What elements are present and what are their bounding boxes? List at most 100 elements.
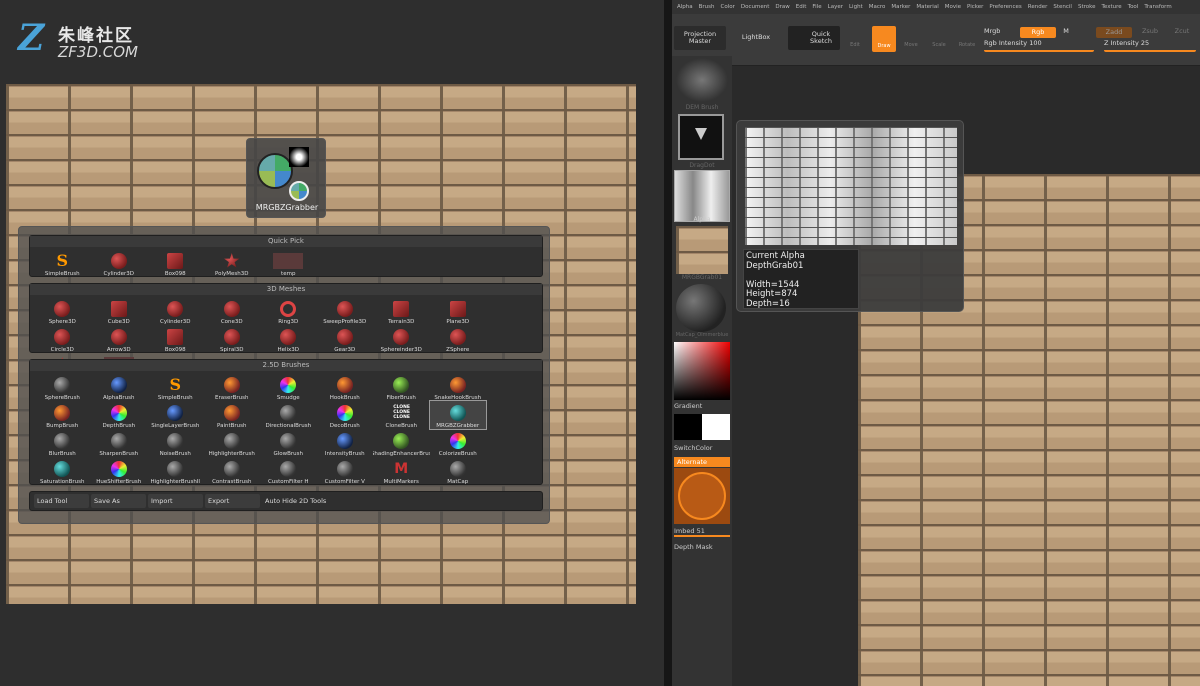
alternate-button[interactable]: Alternate <box>674 457 730 467</box>
save-as-button[interactable]: Save As <box>91 494 146 508</box>
quick-pick-item[interactable]: Box098 <box>147 249 204 277</box>
menu-item[interactable]: Edit <box>793 0 810 14</box>
brushes-25d-item[interactable]: PaintBrush <box>204 401 261 429</box>
brushes-25d-item[interactable]: SphereBrush <box>34 373 91 401</box>
quick-sketch-button[interactable]: Quick Sketch <box>788 26 840 50</box>
rotate-button[interactable]: Rotate <box>956 28 978 50</box>
color-picker[interactable] <box>674 342 730 400</box>
zsub-button[interactable]: Zsub <box>1136 28 1164 38</box>
brushes-25d-item[interactable]: BlurBrush <box>34 429 91 457</box>
import-button[interactable]: Import <box>148 494 203 508</box>
menu-item[interactable]: Texture <box>1099 0 1125 14</box>
meshes-3d-item[interactable]: Spiral3D <box>204 325 261 353</box>
meshes-3d-item[interactable]: Cone3D <box>204 297 261 325</box>
brushes-25d-item[interactable]: Smudge <box>260 373 317 401</box>
brushes-25d-item[interactable]: HighlighterBrush <box>204 429 261 457</box>
brushes-25d-item[interactable]: IntensityBrush <box>317 429 374 457</box>
quick-pick-item[interactable]: Cylinder3D <box>91 249 148 277</box>
brushes-25d-item[interactable]: DepthBrush <box>91 401 148 429</box>
menu-item[interactable]: Tool <box>1125 0 1142 14</box>
meshes-3d-item[interactable]: Box098 <box>147 325 204 353</box>
move-button[interactable]: Move <box>900 28 922 50</box>
brushes-25d-item[interactable]: SingleLayerBrush <box>147 401 204 429</box>
menu-item[interactable]: Draw <box>772 0 792 14</box>
brushes-25d-item[interactable]: CustomFilter H <box>260 457 317 485</box>
menu-item[interactable]: Light <box>846 0 866 14</box>
depth-mask-button[interactable]: Depth Mask <box>674 543 730 551</box>
menu-item[interactable]: Material <box>913 0 941 14</box>
brushes-25d-item[interactable]: ColorizeBrush <box>430 429 487 457</box>
meshes-3d-item[interactable]: Helix3D <box>260 325 317 353</box>
rgb-button[interactable]: Rgb <box>1020 27 1056 38</box>
meshes-3d-item[interactable]: Circle3D <box>34 325 91 353</box>
brushes-25d-item[interactable]: M MultiMarkers <box>373 457 430 485</box>
brushes-25d-item[interactable]: AlphaBrush <box>91 373 148 401</box>
brushes-25d-item[interactable]: DirectionalBrush <box>260 401 317 429</box>
brushes-25d-item[interactable]: GlowBrush <box>260 429 317 457</box>
menu-item[interactable]: Stencil <box>1050 0 1075 14</box>
meshes-3d-item[interactable]: Cylinder3D <box>147 297 204 325</box>
scale-button[interactable]: Scale <box>928 28 950 50</box>
menu-item[interactable]: File <box>809 0 824 14</box>
brushes-25d-item[interactable]: EraserBrush <box>204 373 261 401</box>
quick-pick-item[interactable]: PolyMesh3D <box>204 249 261 277</box>
m-button[interactable]: M <box>1060 28 1072 38</box>
export-button[interactable]: Export <box>205 494 260 508</box>
meshes-3d-item[interactable]: Plane3D <box>430 297 487 325</box>
menu-item[interactable]: Render <box>1025 0 1051 14</box>
brush-icon[interactable] <box>676 58 728 102</box>
brushes-25d-item[interactable]: ShadingEnhancerBrus <box>373 429 430 457</box>
brushes-25d-item[interactable]: CustomFilter V <box>317 457 374 485</box>
depth-curve-widget[interactable] <box>674 468 730 524</box>
z-intensity-slider[interactable]: Z Intensity 25 <box>1104 40 1196 52</box>
zadd-button[interactable]: Zadd <box>1096 27 1132 38</box>
meshes-3d-item[interactable]: Sphere3D <box>34 297 91 325</box>
brushes-25d-item[interactable]: HueShifterBrush <box>91 457 148 485</box>
menu-item[interactable]: Document <box>738 0 773 14</box>
brushes-25d-item[interactable]: HookBrush <box>317 373 374 401</box>
secondary-color-swatch[interactable] <box>702 414 730 440</box>
stroke-icon[interactable] <box>678 114 724 160</box>
brushes-25d-item[interactable]: MRGBZGrabber <box>428 400 487 430</box>
auto-hide-toggle[interactable]: Auto Hide 2D Tools <box>262 494 342 508</box>
menu-item[interactable]: Picker <box>964 0 986 14</box>
lightbox-button[interactable]: LightBox <box>728 26 784 50</box>
brushes-25d-item[interactable]: NoiseBrush <box>147 429 204 457</box>
alpha-thumbnail[interactable] <box>674 170 730 222</box>
menu-item[interactable]: Macro <box>866 0 889 14</box>
mrgb-button[interactable]: Mrgb <box>984 28 1014 38</box>
draw-button[interactable]: Draw <box>872 26 896 52</box>
meshes-3d-item[interactable]: Ring3D <box>260 297 317 325</box>
meshes-3d-item[interactable]: Cube3D <box>91 297 148 325</box>
current-tool-icon[interactable]: MRGBZGrabber <box>246 138 326 218</box>
brushes-25d-item[interactable]: SharpenBrush <box>91 429 148 457</box>
brushes-25d-item[interactable]: DecoBrush <box>317 401 374 429</box>
texture-thumbnail[interactable] <box>676 226 728 274</box>
brushes-25d-item[interactable]: MatCap <box>430 457 487 485</box>
brushes-25d-item[interactable]: FiberBrush <box>373 373 430 401</box>
menu-item[interactable]: Movie <box>942 0 964 14</box>
primary-color-swatch[interactable] <box>674 414 702 440</box>
meshes-3d-item[interactable]: Sphereinder3D <box>373 325 430 353</box>
brushes-25d-item[interactable]: S SimpleBrush <box>147 373 204 402</box>
menu-item[interactable]: Stroke <box>1075 0 1099 14</box>
brushes-25d-item[interactable]: CLONE CLONE CLONE CloneBrush <box>373 401 430 429</box>
meshes-3d-item[interactable]: ZSphere <box>430 325 487 353</box>
load-tool-button[interactable]: Load Tool <box>34 494 89 508</box>
menu-item[interactable]: Marker <box>888 0 913 14</box>
quick-pick-item[interactable]: S SimpleBrush <box>34 249 91 278</box>
menu-item[interactable]: Layer <box>825 0 846 14</box>
menu-item[interactable]: Transform <box>1141 0 1174 14</box>
meshes-3d-item[interactable]: Gear3D <box>317 325 374 353</box>
imbed-slider[interactable]: Imbed 51 <box>674 527 730 537</box>
meshes-3d-item[interactable]: Arrow3D <box>91 325 148 353</box>
brushes-25d-item[interactable]: HighlighterBrushII <box>147 457 204 485</box>
brushes-25d-item[interactable]: BumpBrush <box>34 401 91 429</box>
zcut-button[interactable]: Zcut <box>1168 28 1196 38</box>
quick-pick-item[interactable]: temp <box>260 249 317 277</box>
edit-button[interactable]: Edit <box>844 28 866 50</box>
meshes-3d-item[interactable]: Terrain3D <box>373 297 430 325</box>
menu-item[interactable]: Preferences <box>986 0 1024 14</box>
brushes-25d-item[interactable]: SnakeHookBrush <box>430 373 487 401</box>
menu-item[interactable]: Alpha <box>674 0 696 14</box>
